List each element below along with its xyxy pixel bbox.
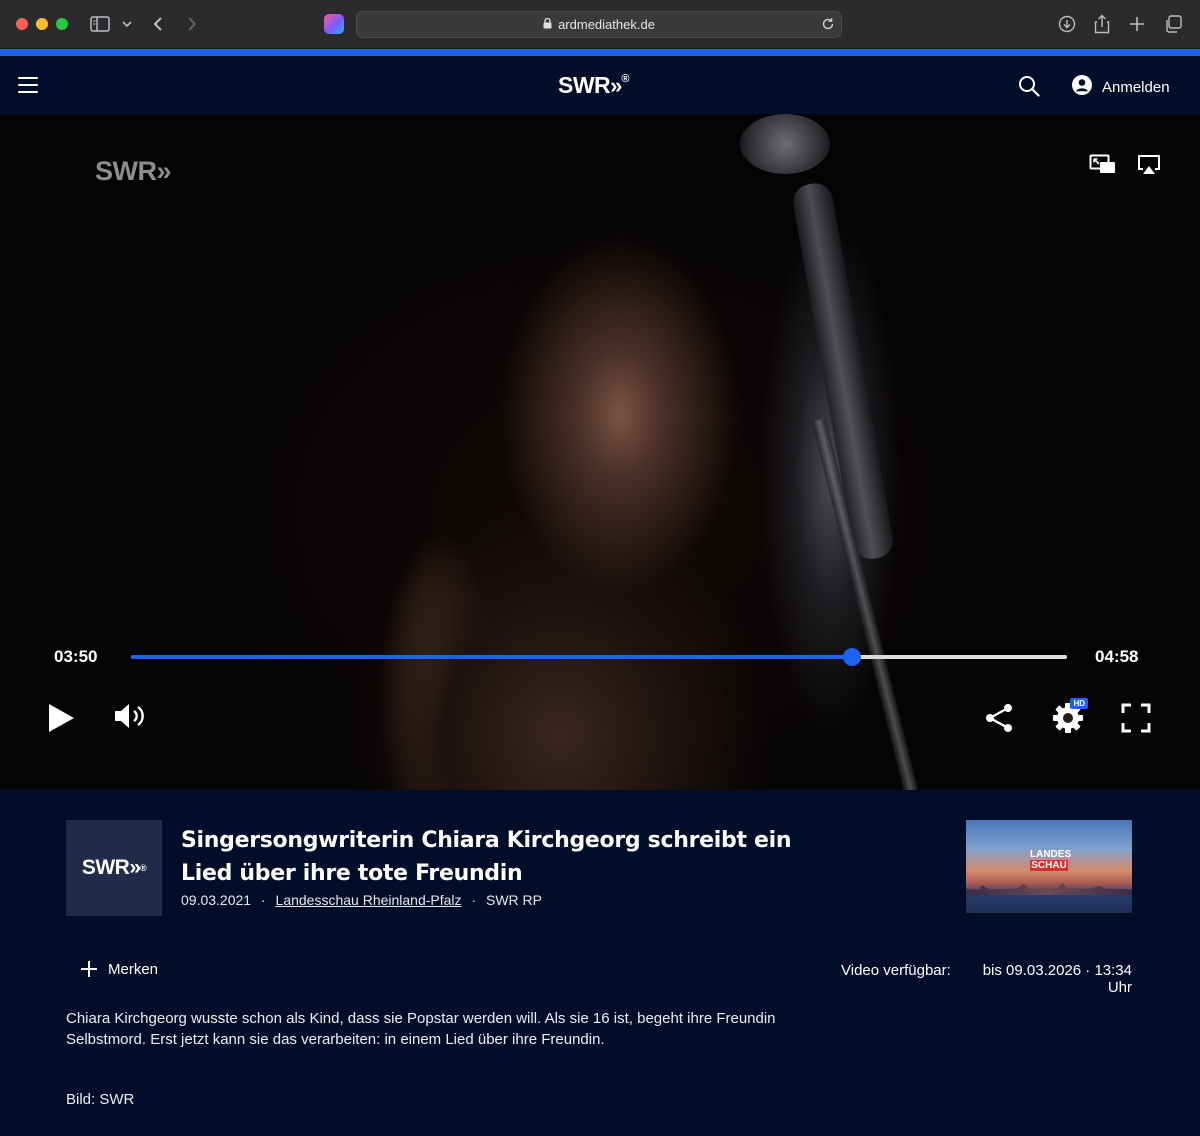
availability-value: bis 09.03.2026 · 13:34 Uhr — [982, 962, 1132, 996]
episode-date: 09.03.2021 — [181, 892, 252, 908]
menu-icon[interactable] — [18, 77, 38, 93]
volume-button[interactable] — [113, 702, 147, 734]
episode-info: SWR» ® Singersongwriterin Chiara Kirchgeo… — [0, 790, 1200, 1136]
hd-badge: HD — [1070, 698, 1088, 709]
episode-title: Singersongwriterin Chiara Kirchgeorg sch… — [181, 828, 792, 886]
extension-icon[interactable] — [324, 14, 344, 34]
site-logo[interactable]: SWR» ® — [558, 72, 630, 99]
bookmark-label: Merken — [108, 961, 159, 978]
bookmark-button[interactable]: Merken — [80, 960, 158, 979]
reload-icon[interactable] — [821, 17, 835, 34]
fullscreen-button[interactable] — [1120, 702, 1152, 738]
forward-icon[interactable] — [181, 13, 203, 35]
tab-overview-icon[interactable] — [1162, 13, 1184, 35]
thumbnail-skyline — [966, 882, 1132, 895]
episode-description: Chiara Kirchgeorg wusste schon als Kind,… — [66, 1010, 776, 1048]
video-player[interactable]: SWR» 03:50 04:58 HD — [0, 114, 1200, 790]
new-tab-icon[interactable] — [1126, 13, 1148, 35]
lock-icon — [543, 17, 552, 32]
channel-logo-tile[interactable]: SWR» ® — [66, 820, 162, 916]
user-icon — [1072, 75, 1092, 99]
plus-icon — [80, 960, 98, 979]
logo-registered-mark: ® — [621, 73, 630, 85]
broadcaster: SWR RP — [486, 892, 542, 908]
airplay-icon[interactable] — [1137, 154, 1161, 180]
channel-logo-registered-mark: ® — [140, 863, 147, 873]
page-load-strip — [0, 49, 1200, 56]
close-window-button[interactable] — [16, 18, 28, 30]
zoom-window-button[interactable] — [56, 18, 68, 30]
channel-logo-mark: » — [129, 856, 140, 879]
fullscreen-icon — [1120, 702, 1152, 738]
sidebar-toggle-icon[interactable] — [89, 13, 111, 35]
thumbnail-brand-line2: SCHAU — [1030, 860, 1068, 871]
thumbnail-brand-line1: LANDES — [1030, 849, 1072, 860]
back-icon[interactable] — [147, 13, 169, 35]
picture-in-picture-icon[interactable] — [1089, 154, 1117, 180]
login-label: Anmelden — [1102, 78, 1170, 96]
share-button[interactable] — [983, 702, 1015, 738]
video-frame-detail — [740, 114, 830, 174]
play-button[interactable] — [46, 702, 76, 738]
quality-settings-button[interactable]: HD — [1052, 698, 1088, 738]
address-bar[interactable]: ardmediathek.de — [356, 11, 842, 38]
meta-separator: · — [471, 892, 477, 908]
logo-text: SWR — [558, 72, 611, 98]
show-link[interactable]: Landesschau Rheinland-Pfalz — [276, 892, 462, 908]
availability-label: Video verfügbar: — [841, 962, 951, 979]
search-icon[interactable] — [1018, 75, 1040, 101]
progress-bar[interactable] — [131, 648, 1067, 666]
browser-toolbar: ardmediathek.de — [0, 0, 1200, 49]
share-nodes-icon — [983, 702, 1015, 738]
meta-separator: · — [260, 892, 266, 908]
login-button[interactable]: Anmelden — [1072, 75, 1170, 99]
site-header: SWR» ® Anmelden — [0, 56, 1200, 114]
downloads-icon[interactable] — [1056, 13, 1078, 35]
episode-meta: 09.03.2021 · Landesschau Rheinland-Pfalz… — [181, 892, 542, 908]
channel-logo-text: SWR — [81, 856, 130, 879]
chevron-down-icon[interactable] — [116, 13, 138, 35]
play-icon — [46, 702, 76, 738]
image-credit: Bild: SWR — [66, 1091, 135, 1108]
progress-handle[interactable] — [842, 648, 861, 666]
current-time: 03:50 — [54, 647, 98, 666]
minimize-window-button[interactable] — [36, 18, 48, 30]
logo-mark: » — [610, 73, 622, 98]
show-thumbnail[interactable]: LANDES SCHAU — [966, 820, 1132, 913]
progress-fill — [131, 655, 852, 659]
share-icon[interactable] — [1091, 13, 1113, 35]
watermark-text: SWR — [95, 156, 157, 186]
speaker-icon — [113, 702, 147, 734]
total-time: 04:58 — [1095, 647, 1139, 666]
thumbnail-brand: LANDES SCHAU — [1030, 849, 1072, 871]
channel-watermark: SWR» — [95, 156, 172, 187]
address-text: ardmediathek.de — [558, 17, 655, 32]
watermark-mark: » — [156, 156, 172, 186]
